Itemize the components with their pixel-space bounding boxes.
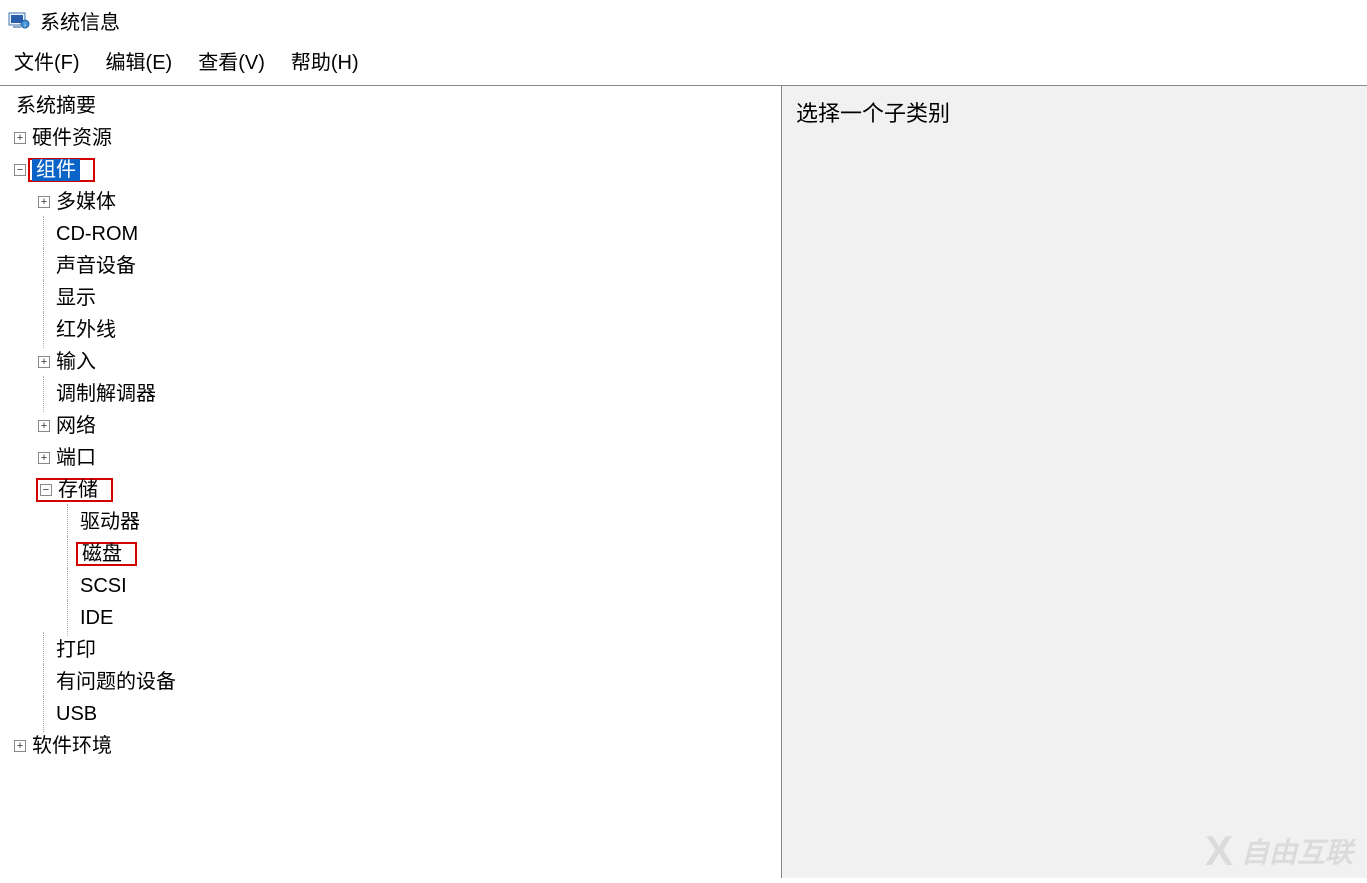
tree-label: USB (54, 704, 97, 724)
app-icon: i (8, 9, 30, 31)
detail-pane: 选择一个子类别 (782, 86, 1367, 878)
tree-item-usb[interactable]: USB (0, 698, 781, 730)
tree-label: 网络 (54, 416, 96, 436)
tree-line (38, 708, 50, 720)
tree-line (62, 612, 74, 624)
tree-item-display[interactable]: 显示 (0, 282, 781, 314)
tree-item-disks[interactable]: 磁盘 (0, 538, 781, 570)
tree-line (62, 548, 74, 560)
tree-item-network[interactable]: + 网络 (0, 410, 781, 442)
tree-label: 硬件资源 (30, 128, 112, 148)
expand-icon[interactable]: + (14, 740, 26, 752)
tree-line (62, 580, 74, 592)
menu-help[interactable]: 帮助(H) (291, 46, 359, 75)
tree-line (38, 644, 50, 656)
highlight-annotation: 磁盘 (76, 542, 137, 566)
tree-line (38, 228, 50, 240)
window-title: 系统信息 (40, 6, 120, 35)
tree-label: 存储 (56, 480, 98, 500)
tree-item-cdrom[interactable]: CD-ROM (0, 218, 781, 250)
expand-icon[interactable]: + (38, 420, 50, 432)
menu-edit[interactable]: 编辑(E) (106, 46, 173, 75)
tree-label: 显示 (54, 288, 96, 308)
tree-item-components[interactable]: − 组件 (0, 154, 781, 186)
collapse-icon[interactable]: − (14, 164, 26, 176)
tree-label: 多媒体 (54, 192, 116, 212)
tree-label: 磁盘 (80, 543, 122, 565)
highlight-annotation: 组件 (28, 158, 95, 182)
expand-icon[interactable]: + (38, 452, 50, 464)
tree-label: 系统摘要 (14, 96, 96, 116)
detail-message: 选择一个子类别 (796, 96, 1353, 128)
expand-icon[interactable]: + (38, 196, 50, 208)
tree-label: 端口 (54, 448, 96, 468)
tree-item-storage[interactable]: − 存储 (0, 474, 781, 506)
collapse-icon[interactable]: − (40, 484, 52, 496)
tree-pane: 系统摘要 + 硬件资源 − 组件 + 多媒体 CD-ROM 声音设备 显示 (0, 86, 782, 878)
tree-item-infrared[interactable]: 红外线 (0, 314, 781, 346)
tree-label: SCSI (78, 576, 127, 596)
tree-item-problem-devices[interactable]: 有问题的设备 (0, 666, 781, 698)
content-area: 系统摘要 + 硬件资源 − 组件 + 多媒体 CD-ROM 声音设备 显示 (0, 85, 1367, 878)
tree-item-ports[interactable]: + 端口 (0, 442, 781, 474)
tree-label: 声音设备 (54, 256, 136, 276)
tree-label-selected: 组件 (32, 159, 80, 181)
menu-file[interactable]: 文件(F) (14, 46, 80, 75)
tree-label: 输入 (54, 352, 96, 372)
tree-item-software-environment[interactable]: + 软件环境 (0, 730, 781, 762)
tree-line (38, 676, 50, 688)
expand-icon[interactable]: + (38, 356, 50, 368)
tree-line (38, 292, 50, 304)
tree-label: 红外线 (54, 320, 116, 340)
tree-label: 打印 (54, 640, 96, 660)
tree-item-drives[interactable]: 驱动器 (0, 506, 781, 538)
tree-item-printing[interactable]: 打印 (0, 634, 781, 666)
tree-item-scsi[interactable]: SCSI (0, 570, 781, 602)
tree-line (38, 260, 50, 272)
svg-text:i: i (24, 23, 25, 29)
title-bar: i 系统信息 (0, 0, 1367, 40)
tree-item-system-summary[interactable]: 系统摘要 (0, 90, 781, 122)
tree-item-multimedia[interactable]: + 多媒体 (0, 186, 781, 218)
expand-icon[interactable]: + (14, 132, 26, 144)
tree-line (38, 388, 50, 400)
tree-label: 驱动器 (78, 512, 140, 532)
tree-item-modem[interactable]: 调制解调器 (0, 378, 781, 410)
menu-bar: 文件(F) 编辑(E) 查看(V) 帮助(H) (0, 40, 1367, 85)
tree-line (38, 324, 50, 336)
tree-label: IDE (78, 608, 113, 628)
tree-item-input[interactable]: + 输入 (0, 346, 781, 378)
tree-line (62, 516, 74, 528)
menu-view[interactable]: 查看(V) (198, 46, 265, 75)
tree-item-ide[interactable]: IDE (0, 602, 781, 634)
tree-label: 软件环境 (30, 736, 112, 756)
tree-label: 调制解调器 (54, 384, 156, 404)
tree-item-sound-device[interactable]: 声音设备 (0, 250, 781, 282)
highlight-annotation: − 存储 (36, 478, 113, 502)
tree-label: CD-ROM (54, 224, 138, 244)
tree-item-hardware-resources[interactable]: + 硬件资源 (0, 122, 781, 154)
tree-label: 有问题的设备 (54, 672, 176, 692)
